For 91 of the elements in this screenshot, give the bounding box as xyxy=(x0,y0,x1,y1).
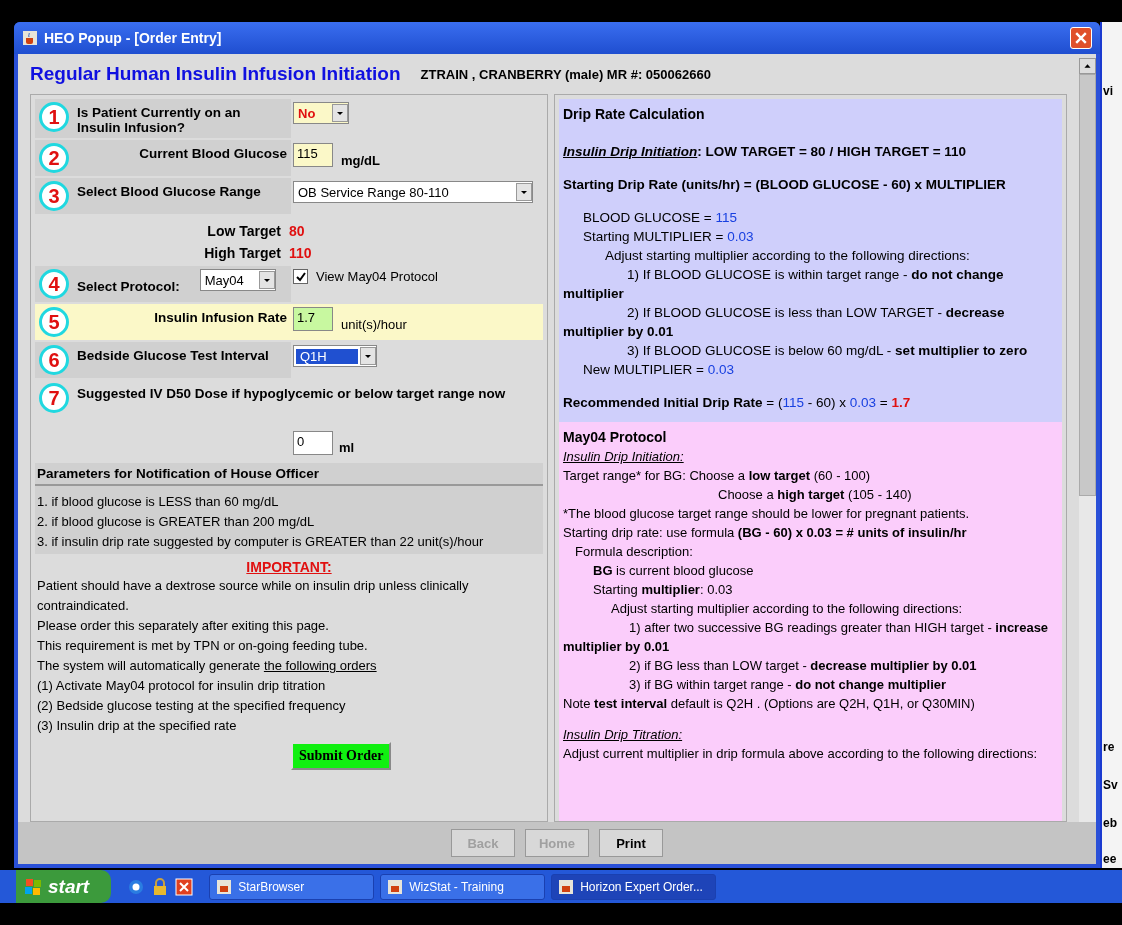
parameter-item: 3. if insulin drip rate suggested by computer is GREATER than 22 unit(s)/hour xyxy=(37,533,485,551)
target-value: 80 xyxy=(289,223,305,239)
field-label: Bedside Glucose Test Interval xyxy=(77,347,270,363)
checkbox[interactable] xyxy=(293,269,308,284)
nav-button[interactable]: Print xyxy=(599,829,663,857)
vertical-scrollbar[interactable] xyxy=(1079,58,1096,822)
protocol-dropdown[interactable]: May04 xyxy=(199,269,276,291)
lock-icon[interactable] xyxy=(153,877,168,896)
browser-icon[interactable] xyxy=(127,877,146,896)
protocol-text: 2) if BG less than LOW target - decrease multiplier by 0.01 xyxy=(628,657,978,675)
target-label: Low Target xyxy=(206,223,281,239)
start-button[interactable]: start xyxy=(16,870,112,903)
step-number: 3 xyxy=(39,181,69,211)
window-text-fragment: vi xyxy=(1103,84,1113,98)
window-text-fragment: re xyxy=(1103,740,1115,754)
checkbox-label: View May04 Protocol xyxy=(316,269,438,284)
protocol-text: Insulin Drip Initiation: xyxy=(563,448,685,466)
calculation-text: Recommended Initial Drip Rate = (115 - 60) x 0.03 = 1.7 xyxy=(563,394,912,412)
note-text: This requirement is met by TPN or on-going feeding tube. xyxy=(36,637,369,655)
note-text: (3) Insulin drip at the specified rate xyxy=(36,717,238,735)
protocol-text: Insulin Drip Titration: xyxy=(563,726,684,744)
step-number: 5 xyxy=(39,307,69,337)
parameter-item: 1. if blood glucose is LESS than 60 mg/dL xyxy=(37,493,280,511)
field-label: Select Blood Glucose Range xyxy=(77,183,262,199)
target-label: High Target xyxy=(203,245,281,261)
calculation-text: New MULTIPLIER = 0.03 xyxy=(582,361,735,379)
target-value: 110 xyxy=(289,245,312,261)
taskbar-item[interactable]: StarBrowser xyxy=(209,873,375,900)
rate-input[interactable]: 1.7 xyxy=(293,307,333,331)
taskbar-item[interactable]: Horizon Expert Order... xyxy=(551,873,717,900)
submit-order-button[interactable]: Submit Order xyxy=(291,742,392,770)
field-label: Select Protocol: xyxy=(77,278,180,294)
note-text: Please order this separately after exiting this page. xyxy=(36,617,330,635)
step-number: 4 xyxy=(39,269,69,299)
step-number: 7 xyxy=(39,383,69,413)
app-icon xyxy=(558,878,575,895)
field-label: Insulin Infusion Rate xyxy=(153,309,287,325)
protocol-text: Starting multiplier: 0.03 xyxy=(592,581,734,599)
close-app-icon[interactable] xyxy=(175,877,194,896)
protocol-text: Choose a high target (105 - 140) xyxy=(717,486,913,504)
calculation-text: Starting MULTIPLIER = 0.03 xyxy=(582,228,755,246)
infusion-dropdown[interactable]: No xyxy=(293,102,349,124)
field-label: Current Blood Glucose xyxy=(138,145,287,161)
section-heading: Parameters for Notification of House Officer xyxy=(35,463,543,486)
note-text: (1) Activate May04 protocol for insulin drip titration xyxy=(36,677,327,695)
app-icon xyxy=(216,878,233,895)
glucose-input[interactable]: 115 xyxy=(293,143,333,167)
step-number: 1 xyxy=(39,102,69,132)
calculation-text: Drip Rate Calculation xyxy=(563,105,706,124)
window-title: HEO Popup - [Order Entry] xyxy=(44,30,222,46)
close-button[interactable] xyxy=(1070,27,1092,49)
step-number: 2 xyxy=(39,143,69,173)
unit-label: unit(s)/hour xyxy=(341,316,407,332)
windows-flag-icon xyxy=(24,877,44,896)
app-icon xyxy=(387,878,404,895)
protocol-text: 3) if BG within target range - do not change multiplier xyxy=(628,676,948,694)
close-icon xyxy=(1075,32,1087,44)
field-label: Suggested IV D50 Dose if hypoglycemic or below target range now xyxy=(77,385,507,401)
window-text-fragment: Sv xyxy=(1103,778,1118,792)
step-number: 6 xyxy=(39,345,69,375)
window-text-fragment: ee xyxy=(1103,852,1117,866)
page-title: Regular Human Insulin Infusion Initiation xyxy=(30,63,401,85)
coffee-cup-icon xyxy=(22,30,38,46)
field-label: Is Patient Currently on an Insulin Infusion? xyxy=(77,104,242,135)
calculation-text: BLOOD GLUCOSE = 115 xyxy=(582,209,738,227)
calculation-text: 3) If BLOOD GLUCOSE is below 60 mg/dL - set multiplier to zero xyxy=(626,342,1029,360)
protocol-text: Target range* for BG: Choose a low target (60 - 100) xyxy=(563,467,872,485)
protocol-text: BG is current blood glucose xyxy=(592,562,755,580)
note-text: The system will automatically generate the following orders xyxy=(36,657,378,675)
interval-dropdown[interactable]: Q1H xyxy=(293,345,377,367)
window-text-fragment: eb xyxy=(1103,816,1117,830)
protocol-text: Adjust current multiplier in drip formula above according to the following directions: xyxy=(563,745,1038,763)
calculation-text: Adjust starting multiplier according to the following directions: xyxy=(604,247,971,265)
protocol-text: May04 Protocol xyxy=(563,428,668,447)
dose-input[interactable]: 0 xyxy=(293,431,333,455)
important-heading: IMPORTANT: xyxy=(246,559,332,575)
range-dropdown[interactable]: OB Service Range 80-110 xyxy=(293,181,533,203)
unit-label: mg/dL xyxy=(341,152,380,168)
protocol-text: Formula description: xyxy=(574,543,694,561)
note-text: Patient should have a dextrose source while on insulin drip unless clinically contraindicated. xyxy=(36,577,470,615)
calculation-text: Insulin Drip Initiation: LOW TARGET = 80 / HIGH TARGET = 110 xyxy=(563,143,968,161)
protocol-text: *The blood glucose target range should be lower for pregnant patients. xyxy=(563,505,971,523)
calculation-text: Starting Drip Rate (units/hr) = (BLOOD GLUCOSE - 60) x MULTIPLIER xyxy=(563,176,1007,194)
protocol-text: Note test interval default is Q2H . (Options are Q2H, Q1H, or Q30MIN) xyxy=(563,695,976,713)
unit-label: ml xyxy=(339,439,355,455)
taskbar-item[interactable]: WizStat - Training xyxy=(380,873,546,900)
protocol-text: Adjust starting multiplier according to the following directions: xyxy=(610,600,964,618)
note-text: (2) Bedside glucose testing at the specified frequency xyxy=(36,697,347,715)
parameter-item: 2. if blood glucose is GREATER than 200 mg/dL xyxy=(37,513,316,531)
patient-info: ZTRAIN , CRANBERRY (male) MR #: 050062660 xyxy=(420,66,711,82)
protocol-text: Starting drip rate: use formula (BG - 60) x 0.03 = # units of insulin/hr xyxy=(563,524,968,542)
